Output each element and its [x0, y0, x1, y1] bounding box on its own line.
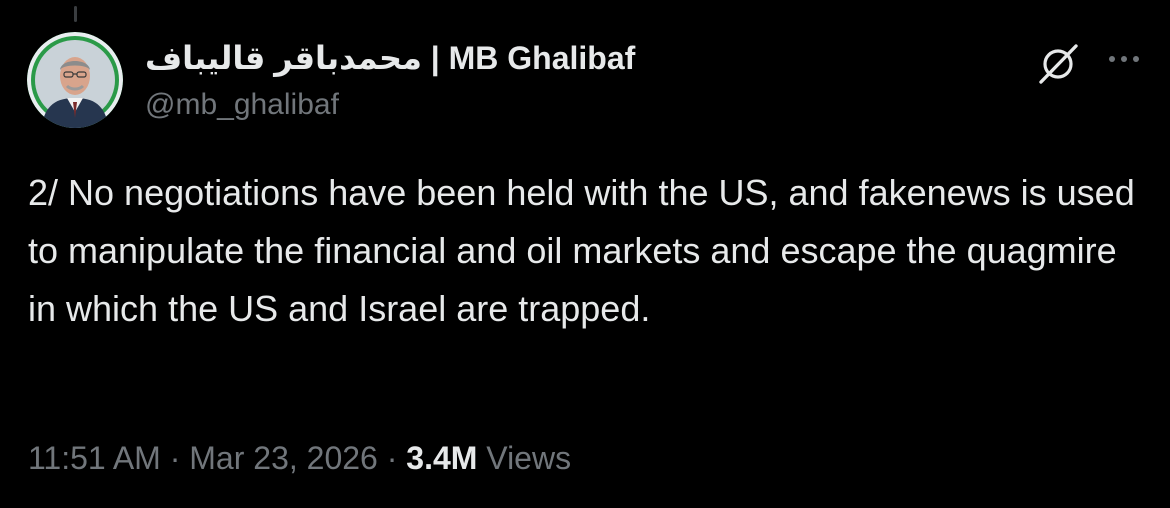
- views-count[interactable]: 3.4M: [406, 440, 477, 476]
- thread-connector-line: [74, 6, 77, 22]
- meta-separator: ·: [377, 440, 407, 476]
- avatar[interactable]: [27, 32, 123, 128]
- avatar-portrait-icon: [27, 32, 123, 128]
- author-handle[interactable]: @mb_ghalibaf: [145, 85, 339, 125]
- tweet-metadata: 11:51 AM · Mar 23, 2026 · 3.4M Views: [28, 436, 571, 480]
- tweet-text: 2/ No negotiations have been held with t…: [28, 172, 1135, 329]
- more-options-icon[interactable]: [1104, 46, 1144, 72]
- meta-separator: ·: [160, 440, 190, 476]
- tweet-date[interactable]: Mar 23, 2026: [189, 440, 378, 476]
- tweet-time[interactable]: 11:51 AM: [28, 440, 161, 476]
- views-label: Views: [477, 440, 572, 476]
- grok-icon[interactable]: [1036, 40, 1082, 86]
- author-display-name[interactable]: محمدباقر قالیباف | MB Ghalibaf: [145, 38, 635, 78]
